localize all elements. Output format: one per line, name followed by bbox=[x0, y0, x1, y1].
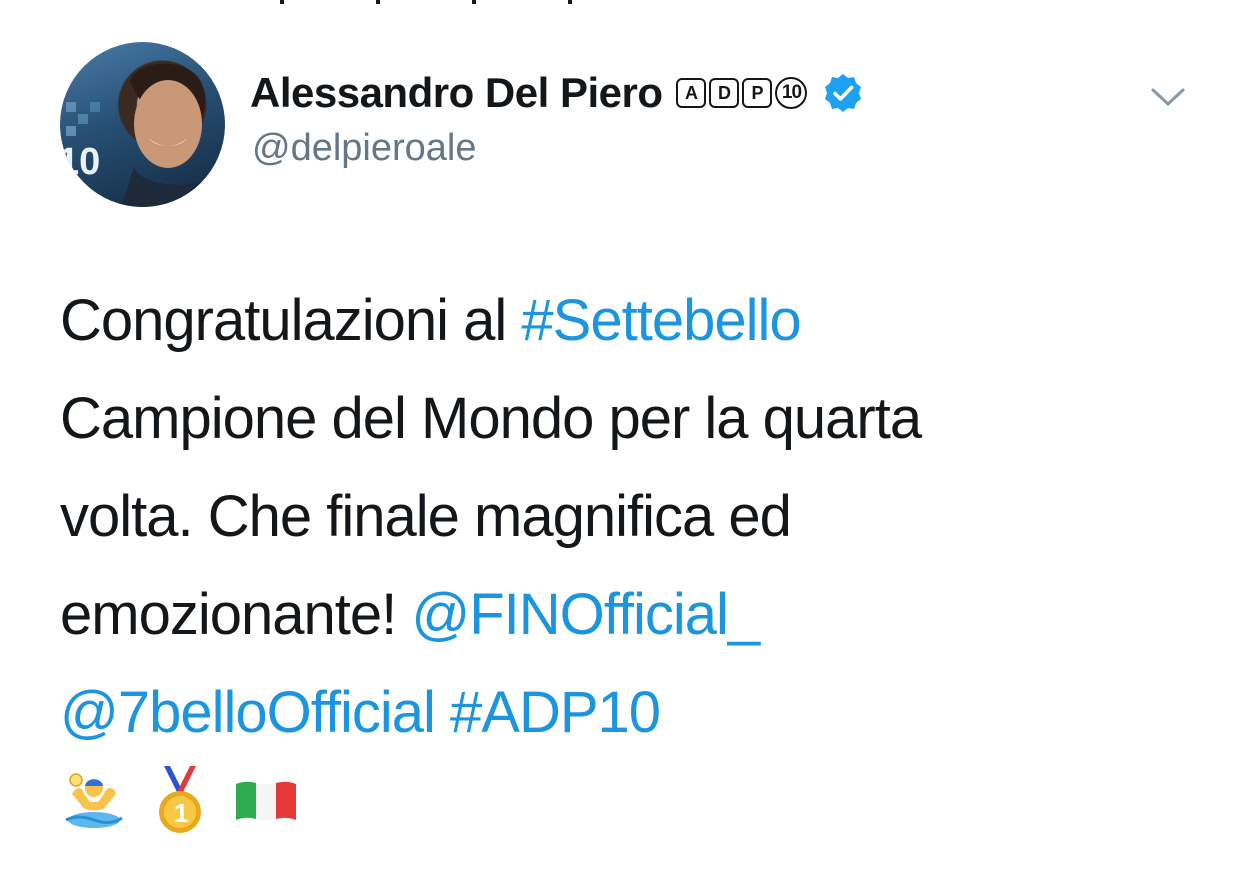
water-polo-icon bbox=[62, 764, 126, 836]
name-row: Alessandro Del Piero A D P 10 bbox=[250, 64, 863, 122]
badge-letter-p: P bbox=[742, 78, 773, 108]
tweet-line: Congratulazioni al #Settebello bbox=[60, 272, 1180, 370]
emoji-row: 1 bbox=[62, 764, 298, 836]
tweet-line: @7belloOfficial #ADP10 bbox=[60, 664, 1180, 762]
tweet-line: Campione del Mondo per la quarta bbox=[60, 386, 922, 451]
tweet-line: volta. Che finale magnifica ed bbox=[60, 484, 792, 549]
avatar-portrait-icon: 10 bbox=[60, 63, 225, 207]
user-handle[interactable]: @delpieroale bbox=[252, 127, 477, 170]
svg-text:10: 10 bbox=[60, 141, 100, 183]
cropped-previous-content bbox=[280, 0, 740, 4]
name-badges: A D P 10 bbox=[676, 77, 808, 109]
tweet-text-segment: Congratulazioni al bbox=[60, 288, 522, 353]
badge-letter-a: A bbox=[676, 78, 707, 108]
avatar[interactable]: 10 bbox=[60, 42, 225, 207]
display-name[interactable]: Alessandro Del Piero bbox=[250, 69, 663, 117]
verified-badge-icon bbox=[823, 73, 863, 113]
tweet-line: emozionante! @FINOfficial_ bbox=[60, 566, 1180, 664]
svg-text:1: 1 bbox=[174, 798, 188, 828]
tweet-text: Congratulazioni al #Settebello Campione … bbox=[60, 272, 1180, 762]
gold-medal-icon: 1 bbox=[148, 764, 212, 836]
badge-number: 10 bbox=[775, 77, 808, 109]
chevron-down-icon[interactable] bbox=[1150, 84, 1186, 110]
hashtag-settebello-link[interactable]: #Settebello bbox=[521, 288, 801, 353]
mention-finofficial-link[interactable]: @FINOfficial_ bbox=[411, 582, 760, 647]
tweet-text-segment: emozionante! bbox=[60, 582, 412, 647]
badge-letter-d: D bbox=[709, 78, 740, 108]
mention-7bellofficial-link[interactable]: @7belloOfficial bbox=[60, 680, 436, 745]
hashtag-adp10-link[interactable]: #ADP10 bbox=[450, 680, 661, 745]
italy-flag-icon bbox=[234, 764, 298, 836]
